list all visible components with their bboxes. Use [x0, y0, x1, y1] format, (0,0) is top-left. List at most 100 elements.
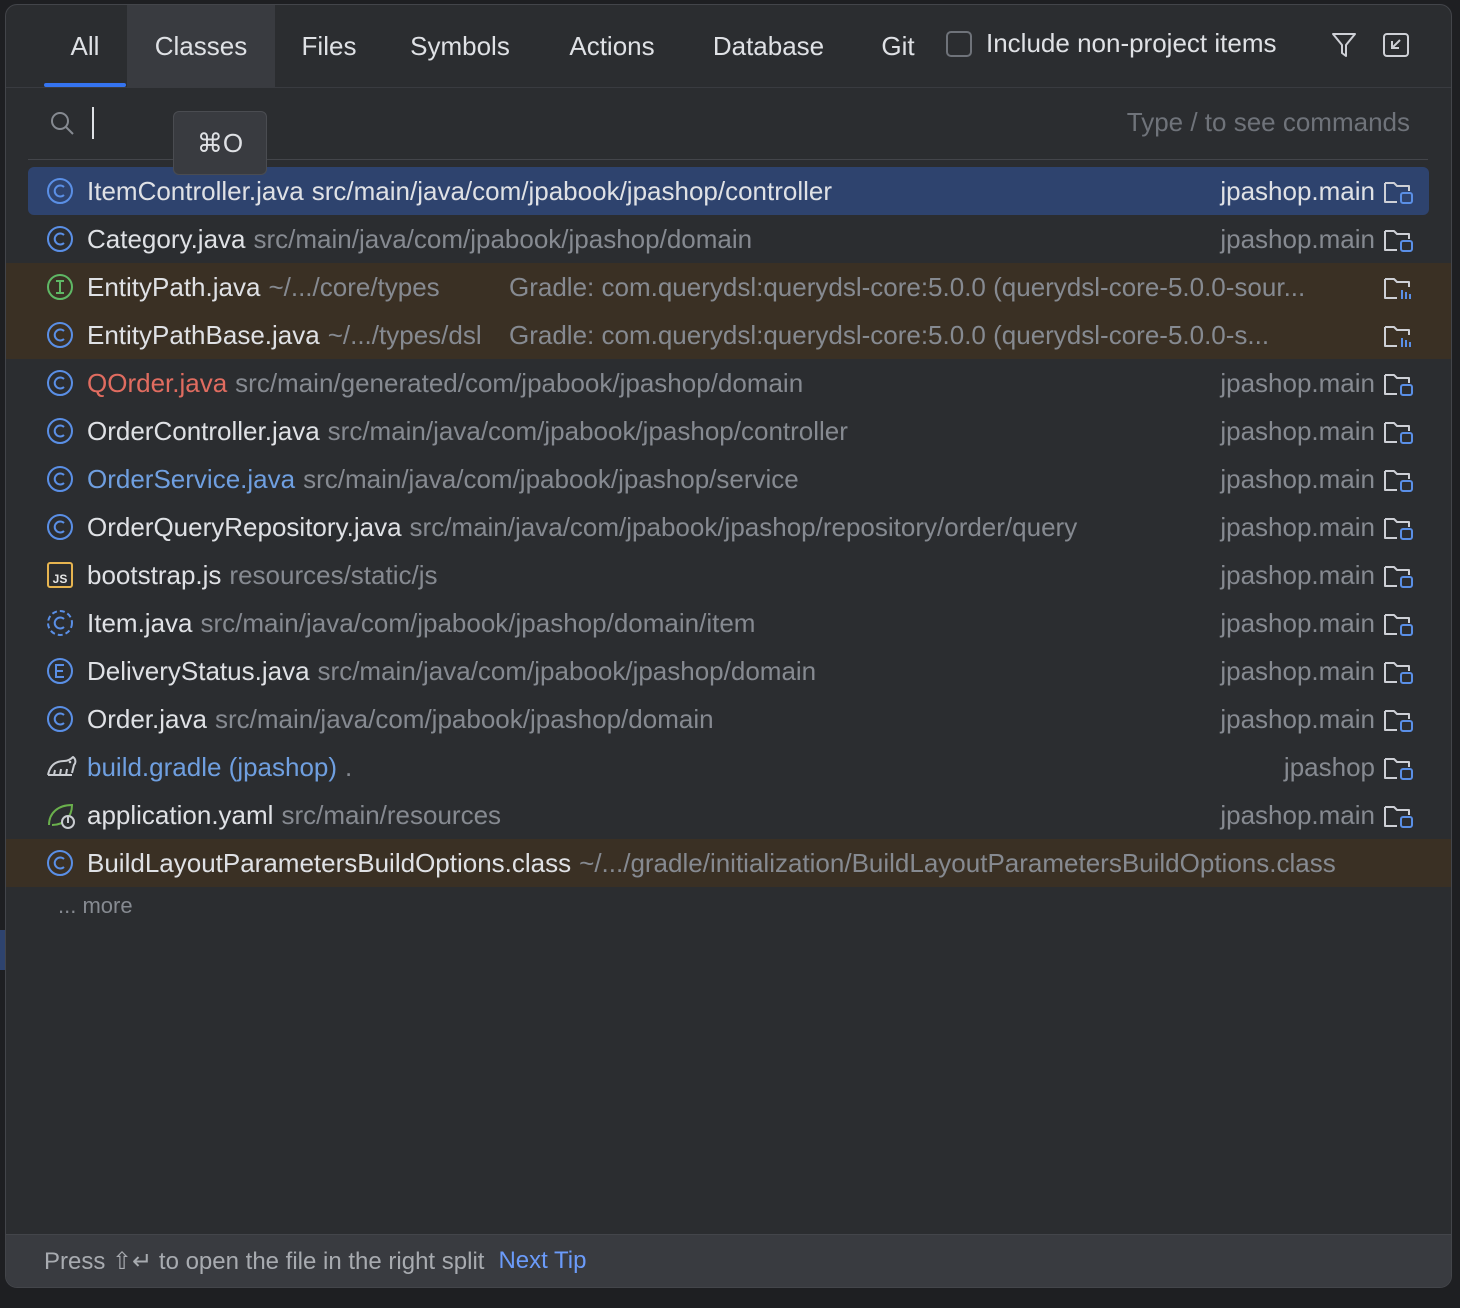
- checkbox-label: Include non-project items: [986, 28, 1277, 58]
- open-in-tool-window-icon[interactable]: [1380, 27, 1412, 63]
- result-text: QOrder.java src/main/generated/com/jpaboo…: [87, 359, 1415, 407]
- result-row[interactable]: Order.java src/main/java/com/jpabook/jpas…: [6, 695, 1451, 743]
- library-folder-icon: [1383, 322, 1415, 350]
- include-non-project-checkbox[interactable]: Include non-project items: [946, 28, 1276, 59]
- tab-git[interactable]: Git: [868, 5, 928, 87]
- result-module-name: jpashop.main: [1220, 464, 1375, 494]
- module-folder-icon: [1383, 658, 1415, 686]
- module-folder-icon: [1383, 466, 1415, 494]
- filter-icon[interactable]: [1328, 27, 1360, 63]
- tab-label: Classes: [154, 30, 248, 61]
- result-row[interactable]: DeliveryStatus.java src/main/java/com/jpa…: [6, 647, 1451, 695]
- tab-symbols[interactable]: Symbols: [393, 5, 527, 87]
- tab-label: Database: [712, 30, 825, 61]
- result-text: bootstrap.js resources/static/js: [87, 551, 1415, 599]
- module-folder-icon: [1383, 514, 1415, 542]
- class-icon: [46, 849, 74, 877]
- result-row[interactable]: JS bootstrap.js resources/static/js jpashop…: [6, 551, 1451, 599]
- result-file-path: src/main/java/com/jpabook/jpashop/servic…: [303, 464, 799, 494]
- result-file-path: src/main/java/com/jpabook/jpashop/domain: [317, 656, 817, 686]
- result-file-path: ~/.../core/types: [268, 272, 440, 302]
- tab-files[interactable]: Files: [282, 5, 376, 87]
- tab-classes[interactable]: Classes: [127, 5, 275, 87]
- result-row[interactable]: OrderQueryRepository.java src/main/java/c…: [6, 503, 1451, 551]
- result-file-name: EntityPathBase.java: [87, 320, 320, 350]
- result-file-name: OrderController.java: [87, 416, 320, 446]
- class-icon: [46, 417, 74, 445]
- result-row[interactable]: OrderService.java src/main/java/com/jpabo…: [6, 455, 1451, 503]
- spring-config-icon: [46, 801, 75, 829]
- result-file-name: application.yaml: [87, 800, 274, 830]
- library-folder-icon: [1383, 274, 1415, 302]
- gradle-icon: [46, 753, 77, 781]
- result-row[interactable]: EntityPath.java ~/.../core/types Gradle: c…: [6, 263, 1451, 311]
- module-folder-icon: [1383, 370, 1415, 398]
- result-file-path: src/main/java/com/jpabook/jpashop/contro…: [327, 416, 848, 446]
- tab-database[interactable]: Database: [696, 5, 841, 87]
- module-folder-icon: [1383, 754, 1415, 782]
- result-file-name: QOrder.java: [87, 368, 228, 398]
- result-file-name: DeliveryStatus.java: [87, 656, 310, 686]
- result-file-path: src/main/java/com/jpabook/jpashop/domain: [214, 704, 714, 734]
- class-icon: [46, 513, 74, 541]
- result-file-path: src/main/java/com/jpabook/jpashop/reposi…: [409, 512, 1078, 542]
- result-text: Order.java src/main/java/com/jpabook/jpas…: [87, 695, 1415, 743]
- result-text: OrderQueryRepository.java src/main/java/c…: [87, 503, 1415, 551]
- javascript-file-icon: JS: [46, 561, 74, 589]
- result-module-name: jpashop.main: [1220, 800, 1375, 830]
- result-row[interactable]: application.yaml src/main/resources jpasho…: [6, 791, 1451, 839]
- tab-all[interactable]: All: [44, 5, 126, 87]
- result-file-name: build.gradle (jpashop): [87, 752, 338, 782]
- next-tip-link[interactable]: Next Tip: [498, 1247, 586, 1275]
- tab-label: Files: [301, 30, 357, 61]
- scope-tabs: All Classes Files Symbols Actions Databa…: [6, 5, 1451, 88]
- result-text: build.gradle (jpashop).: [87, 743, 1415, 791]
- result-file-path: ~/.../types/dsl: [327, 320, 482, 350]
- text-caret: [92, 107, 94, 139]
- module-folder-icon: [1383, 178, 1415, 206]
- background-editor-fragment: [1448, 655, 1460, 695]
- result-module-name: jpashop.main: [1220, 608, 1375, 638]
- result-text: BuildLayoutParametersBuildOptions.class ~…: [87, 839, 1415, 887]
- result-text: EntityPath.java ~/.../core/types: [87, 263, 491, 311]
- more-results-link[interactable]: ... more: [58, 893, 133, 919]
- result-text: OrderService.java src/main/java/com/jpabo…: [87, 455, 1415, 503]
- result-file-name: ItemController.java: [87, 176, 304, 206]
- tab-actions[interactable]: Actions: [549, 5, 675, 87]
- result-text: EntityPathBase.java ~/.../types/dsl: [87, 311, 491, 359]
- result-file-name: Item.java: [87, 608, 193, 638]
- result-row[interactable]: build.gradle (jpashop). jpashop: [6, 743, 1451, 791]
- class-icon: [46, 321, 74, 349]
- result-file-path: src/main/java/com/jpabook/jpashop/domain: [253, 224, 753, 254]
- result-row[interactable]: QOrder.java src/main/generated/com/jpaboo…: [6, 359, 1451, 407]
- tip-footer: Press ⇧↵ to open the file in the right s…: [6, 1234, 1451, 1287]
- result-row[interactable]: BuildLayoutParametersBuildOptions.class ~…: [6, 839, 1451, 887]
- result-text: application.yaml src/main/resources: [87, 791, 1415, 839]
- result-row[interactable]: OrderController.java src/main/java/com/jp…: [6, 407, 1451, 455]
- result-row[interactable]: Category.java src/main/java/com/jpabook/j…: [6, 215, 1451, 263]
- result-file-path: src/main/generated/com/jpabook/jpashop/d…: [235, 368, 804, 398]
- result-row[interactable]: EntityPathBase.java ~/.../types/dsl Gradle…: [6, 311, 1451, 359]
- module-folder-icon: [1383, 418, 1415, 446]
- result-text: DeliveryStatus.java src/main/java/com/jpa…: [87, 647, 1415, 695]
- result-file-name: Order.java: [87, 704, 207, 734]
- result-module-name: jpashop.main: [1220, 560, 1375, 590]
- interface-icon: [46, 273, 74, 301]
- abstract-class-icon: [46, 609, 74, 637]
- module-folder-icon: [1383, 562, 1415, 590]
- result-file-name: bootstrap.js: [87, 560, 222, 590]
- checkbox-box[interactable]: [946, 30, 972, 57]
- result-library-source: Gradle: com.querydsl:querydsl-core:5.0.0…: [509, 320, 1270, 350]
- tab-label: Git: [881, 30, 915, 61]
- class-icon: [46, 465, 74, 493]
- result-file-name: Category.java: [87, 224, 246, 254]
- result-file-path: resources/static/js: [229, 560, 438, 590]
- result-row[interactable]: Item.java src/main/java/com/jpabook/jpash…: [6, 599, 1451, 647]
- shortcut-tooltip: ⌘O: [173, 111, 267, 175]
- class-icon: [46, 369, 74, 397]
- tip-text: Press ⇧↵ to open the file in the right s…: [44, 1247, 485, 1275]
- result-file-name: OrderQueryRepository.java: [87, 512, 402, 542]
- result-file-path: .: [345, 752, 353, 782]
- result-file-name: EntityPath.java: [87, 272, 261, 302]
- svg-text:JS: JS: [53, 572, 68, 586]
